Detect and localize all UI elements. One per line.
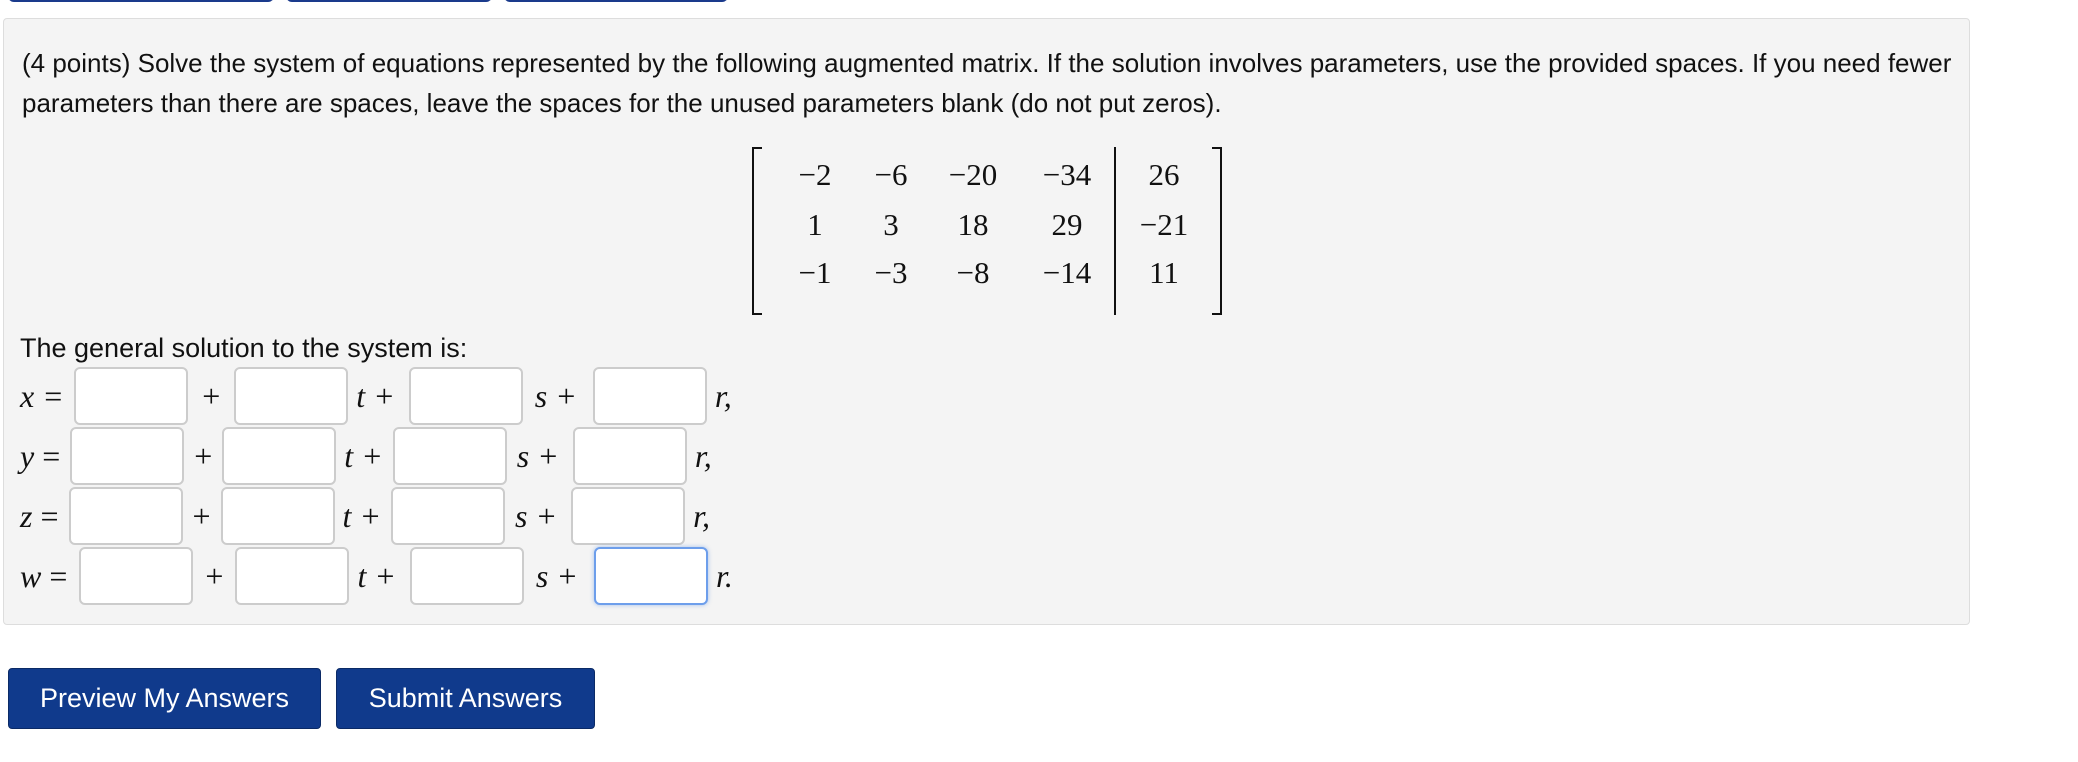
augment-divider <box>1114 147 1116 315</box>
t-parameter-label: t + <box>344 437 383 474</box>
top-tab-3[interactable] <box>504 0 728 2</box>
equation-row-x: x = + t + s + r, <box>20 366 732 426</box>
x-constant-input[interactable] <box>74 367 189 425</box>
y-s-coefficient-input[interactable] <box>392 427 507 485</box>
y-constant-input[interactable] <box>70 427 185 485</box>
matrix-cell: −20 <box>948 157 998 192</box>
variable-x: x <box>20 377 35 414</box>
z-t-coefficient-input[interactable] <box>220 487 335 545</box>
matrix-cell: 18 <box>957 207 989 242</box>
matrix-left-bracket <box>752 147 762 315</box>
equals-sign: = <box>42 437 61 474</box>
x-r-coefficient-input[interactable] <box>592 367 707 425</box>
t-parameter-label: t + <box>356 377 395 414</box>
matrix-cell: 3 <box>883 207 899 242</box>
submit-answers-button[interactable]: Submit Answers <box>336 668 595 729</box>
r-parameter-label: r, <box>693 497 710 534</box>
variable-w: w <box>20 557 42 594</box>
y-r-coefficient-input[interactable] <box>572 427 687 485</box>
r-parameter-label: r, <box>694 437 712 474</box>
x-s-coefficient-input[interactable] <box>408 367 523 425</box>
y-t-coefficient-input[interactable] <box>222 427 337 485</box>
s-parameter-label: s + <box>516 437 559 474</box>
w-t-coefficient-input[interactable] <box>235 547 350 605</box>
s-parameter-label: s + <box>534 377 577 414</box>
plus-sign: + <box>205 557 224 594</box>
top-tab-2[interactable] <box>286 0 492 2</box>
r-parameter-label: r, <box>714 377 732 414</box>
matrix-cell: 26 <box>1148 157 1180 192</box>
matrix-right-bracket <box>1212 147 1222 315</box>
s-parameter-label: s + <box>535 557 578 594</box>
plus-sign: + <box>192 497 211 534</box>
matrix-cell: −3 <box>874 255 908 290</box>
matrix-cell: −34 <box>1042 157 1092 192</box>
plus-sign: + <box>202 377 221 414</box>
general-solution-label: The general solution to the system is: <box>20 333 468 363</box>
z-constant-input[interactable] <box>68 487 183 545</box>
w-r-coefficient-input[interactable] <box>593 547 708 605</box>
matrix-cell: 11 <box>1149 255 1179 290</box>
augmented-matrix: −2 −6 −20 −34 26 1 3 18 29 −21 −1 −3 −8 … <box>752 147 1222 317</box>
top-tab-1[interactable] <box>8 0 274 2</box>
s-parameter-label: s + <box>515 497 558 534</box>
z-s-coefficient-input[interactable] <box>391 487 506 545</box>
equation-row-w: w = + t + s + r. <box>20 546 733 606</box>
plus-sign: + <box>194 437 213 474</box>
x-t-coefficient-input[interactable] <box>234 367 349 425</box>
matrix-cell: −21 <box>1139 207 1189 242</box>
equation-row-z: z = + t + s + r, <box>20 486 710 546</box>
equals-sign: = <box>40 497 59 534</box>
t-parameter-label: t + <box>357 557 396 594</box>
w-constant-input[interactable] <box>79 547 194 605</box>
equals-sign: = <box>49 557 68 594</box>
t-parameter-label: t + <box>342 497 382 534</box>
equals-sign: = <box>44 377 63 414</box>
matrix-cell: −6 <box>874 157 908 192</box>
matrix-cell: 29 <box>1051 207 1083 242</box>
problem-prompt: (4 points) Solve the system of equations… <box>22 48 1952 118</box>
w-s-coefficient-input[interactable] <box>409 547 524 605</box>
matrix-cell: −14 <box>1042 255 1092 290</box>
equation-row-y: y = + t + s + r, <box>20 426 712 486</box>
preview-answers-button[interactable]: Preview My Answers <box>8 668 321 729</box>
variable-y: y <box>20 437 35 474</box>
variable-z: z <box>20 497 33 534</box>
z-r-coefficient-input[interactable] <box>571 487 686 545</box>
matrix-cell: −8 <box>956 255 990 290</box>
r-parameter-label: r. <box>715 557 733 594</box>
